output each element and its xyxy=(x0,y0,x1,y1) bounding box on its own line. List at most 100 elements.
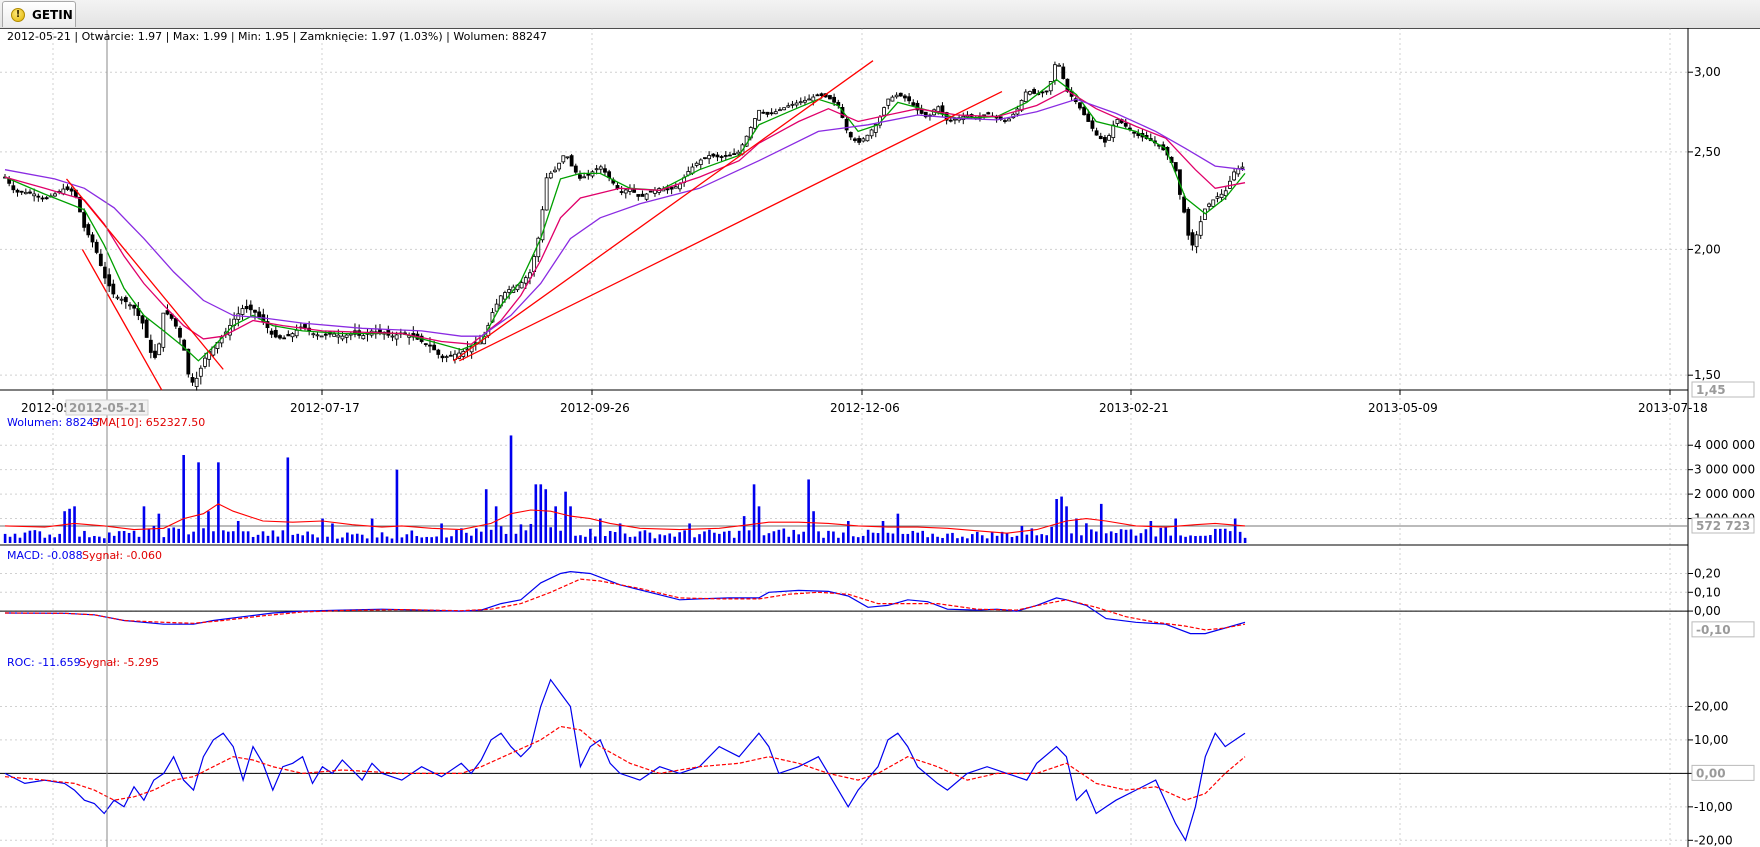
candle-body xyxy=(303,324,307,328)
volume-bar xyxy=(246,531,250,543)
candle-body xyxy=(648,190,653,193)
candle-body xyxy=(190,377,195,383)
candle-body xyxy=(578,174,582,179)
candle-body xyxy=(1040,91,1045,94)
volume-bar xyxy=(529,523,533,543)
candle-body xyxy=(1240,166,1245,169)
volume-bar xyxy=(916,532,920,543)
plot-layer xyxy=(3,60,1247,842)
volume-bar xyxy=(1219,528,1222,543)
volume-bar xyxy=(1025,534,1029,543)
volume-bar xyxy=(514,533,518,543)
volume-bar xyxy=(1109,531,1113,543)
candle-body xyxy=(857,138,862,143)
candle-body xyxy=(15,189,20,193)
volume-bar xyxy=(737,530,741,543)
stock-chart[interactable]: 3,00 2,50 2,00 1,501,45 2012-05 2012-07-17 201… xyxy=(0,28,1760,847)
candle-body xyxy=(428,344,432,347)
candle-body xyxy=(1194,234,1199,248)
volume-bar xyxy=(484,489,488,543)
volume-bar xyxy=(1104,533,1108,543)
volume-bar xyxy=(276,536,280,543)
candle-body xyxy=(986,112,991,115)
volume-bar xyxy=(842,532,845,543)
candles-group xyxy=(3,61,1245,391)
volume-bar xyxy=(603,536,607,543)
candle-body xyxy=(640,193,645,197)
candle-body xyxy=(315,334,320,337)
price-y-tick-label-2: 2,00 xyxy=(1694,242,1721,256)
volume-bar xyxy=(866,529,870,543)
volume-bar xyxy=(360,534,364,543)
volume-bar xyxy=(405,534,409,543)
volume-bar xyxy=(569,506,572,543)
candle-body xyxy=(565,156,570,159)
candle-body xyxy=(1053,64,1057,82)
volume-bar xyxy=(3,533,7,543)
volume-bar xyxy=(822,537,825,543)
candle-body xyxy=(1123,122,1128,127)
axis-labels: 3,00 2,50 2,00 1,501,45 2012-05 2012-07-17 201… xyxy=(21,65,1755,847)
volume-bar xyxy=(385,536,389,543)
candle-body xyxy=(953,118,957,121)
candle-body xyxy=(503,292,507,300)
volume-bar xyxy=(683,530,686,543)
volume-bar xyxy=(1194,536,1197,543)
candle-body xyxy=(40,197,45,200)
volume-bar xyxy=(241,531,245,543)
volume-bar xyxy=(931,533,934,543)
candle-body xyxy=(69,188,74,192)
volume-bar xyxy=(455,529,458,543)
volume-bar xyxy=(475,528,478,543)
candle-body xyxy=(798,101,803,104)
candle-body xyxy=(507,289,512,293)
volume-bar xyxy=(1075,518,1078,543)
roc-signal-label: Sygnał: -5.295 xyxy=(79,656,159,669)
volume-bar xyxy=(1015,535,1019,543)
candle-body xyxy=(278,335,282,339)
x-tick-label-2: 2012-09-26 xyxy=(560,401,630,415)
candle-body xyxy=(673,186,678,189)
volume-last-value-label: 572 723 xyxy=(1696,519,1750,533)
candle-body xyxy=(157,343,162,356)
candle-body xyxy=(523,277,528,284)
volume-y-tick-label-2: 2 000 000 xyxy=(1694,487,1755,501)
candle-body xyxy=(23,191,28,195)
candle-body xyxy=(444,356,449,358)
volume-bar xyxy=(112,535,116,543)
trendline-0 xyxy=(66,178,224,370)
volume-bar xyxy=(28,530,32,543)
volume-bar xyxy=(777,529,781,543)
volume-bar xyxy=(638,531,642,543)
candle-body xyxy=(790,103,795,106)
volume-bar xyxy=(1045,535,1048,543)
volume-bar xyxy=(415,536,419,543)
volume-bar xyxy=(13,533,17,543)
volume-bar xyxy=(851,536,855,543)
price-y-tick-label-0: 3,00 xyxy=(1694,65,1721,79)
volume-bar xyxy=(1050,526,1053,543)
candle-body xyxy=(273,329,278,338)
candle-body xyxy=(911,102,916,106)
candle-body xyxy=(107,274,112,287)
tab-getin[interactable]: ! GETIN xyxy=(2,1,76,27)
volume-bar xyxy=(187,534,190,543)
volume-bar xyxy=(311,534,314,543)
candle-body xyxy=(240,308,245,315)
volume-bar xyxy=(1114,532,1118,543)
volume-bar xyxy=(147,528,151,543)
candle-body xyxy=(1094,130,1099,136)
volume-bar xyxy=(817,531,820,543)
candle-body xyxy=(319,335,324,338)
volume-bar xyxy=(589,528,592,543)
candle-body xyxy=(1023,91,1028,102)
tab-label: GETIN xyxy=(32,8,73,22)
candle-body xyxy=(11,185,16,191)
candle-body xyxy=(1215,196,1220,199)
volume-bar xyxy=(693,537,696,543)
volume-bar xyxy=(73,506,76,543)
volume-bar xyxy=(489,529,493,543)
volume-bar xyxy=(207,511,210,543)
candle-body xyxy=(244,306,249,310)
candle-body xyxy=(332,333,337,337)
